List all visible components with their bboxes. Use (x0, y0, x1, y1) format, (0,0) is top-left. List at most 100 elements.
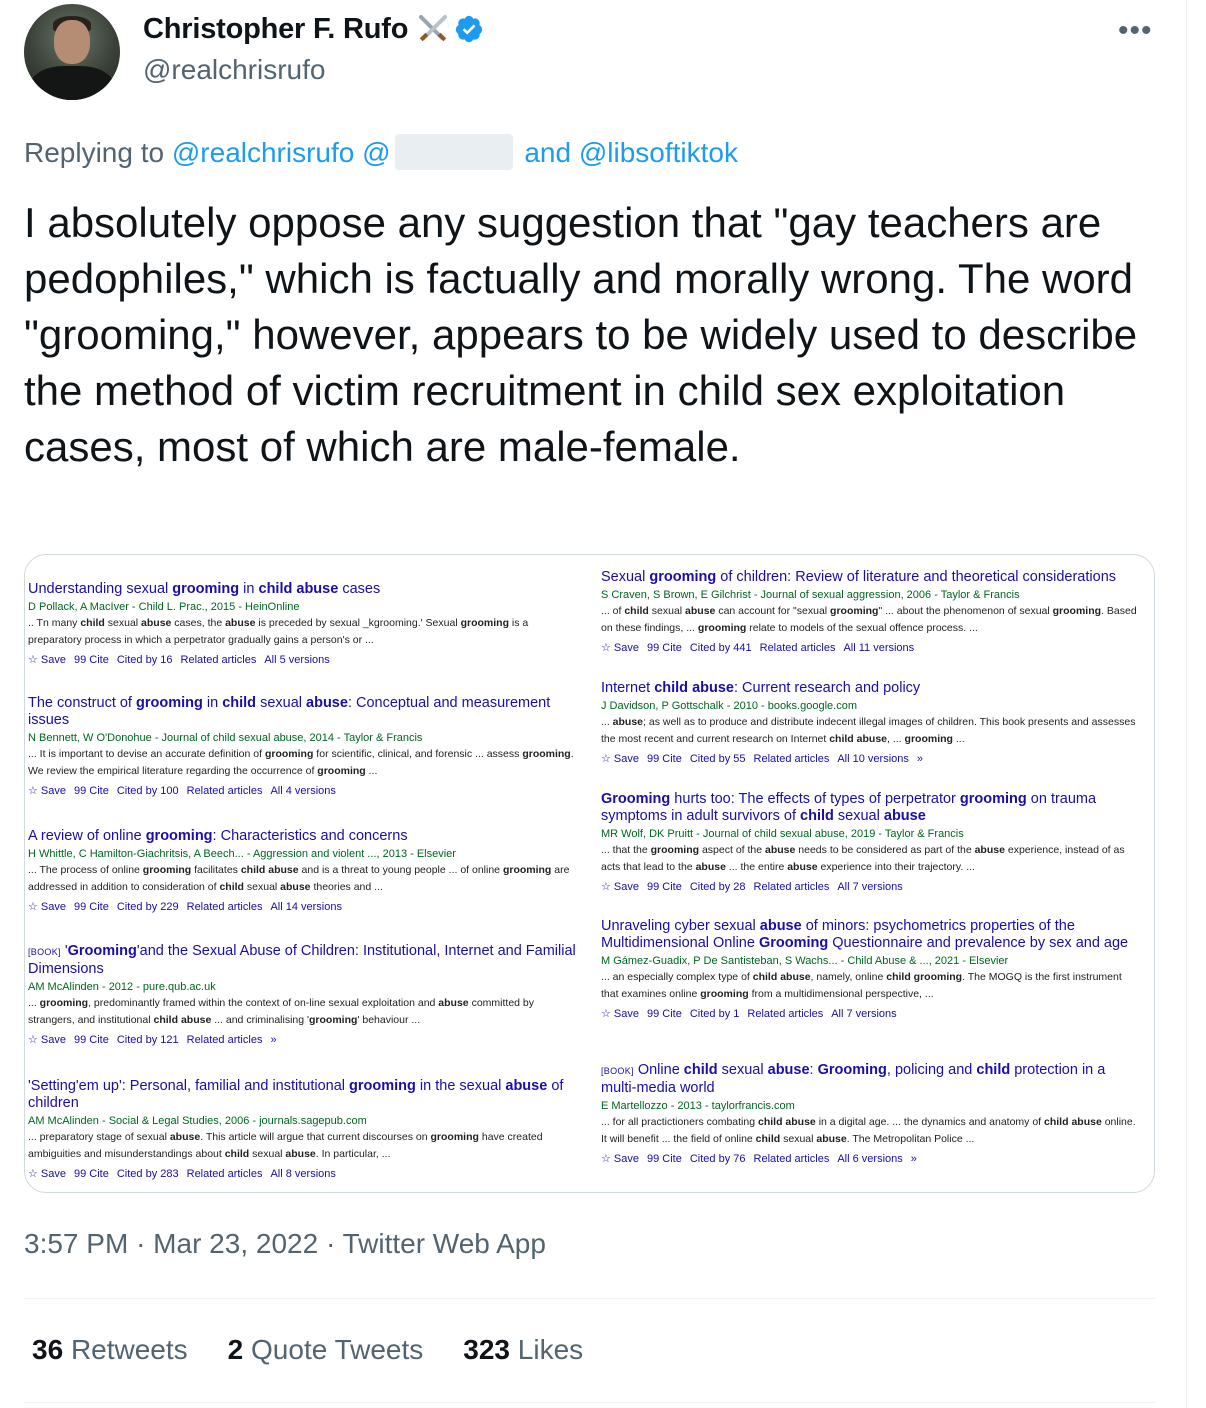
book-tag: [BOOK] (28, 947, 61, 957)
result-action-link[interactable]: Cited by 283 (117, 1168, 179, 1180)
result-action-link[interactable]: Related articles (747, 1008, 823, 1020)
result-action-link[interactable]: All 11 versions (843, 642, 914, 654)
mention-link[interactable]: @libsoftiktok (579, 137, 738, 168)
result-action-link[interactable]: 99 Cite (647, 1153, 682, 1165)
quotes-label: Quote Tweets (251, 1334, 424, 1365)
result-action-link[interactable]: Related articles (187, 1034, 263, 1046)
result-action-link[interactable]: All 10 versions (837, 753, 909, 765)
result-action-link[interactable]: 99 Cite (74, 654, 109, 666)
result-title-link[interactable]: A review of online grooming: Characteris… (28, 828, 580, 845)
result-action-link[interactable]: ☆ Save (601, 1153, 639, 1165)
result-action-link[interactable]: Related articles (754, 1153, 830, 1165)
result-action-link[interactable]: Cited by 55 (690, 753, 746, 765)
result-action-link[interactable]: ☆ Save (601, 642, 639, 654)
result-action-link[interactable]: Related articles (187, 1168, 263, 1180)
result-action-link[interactable]: Related articles (181, 654, 257, 666)
result-title-link[interactable]: Sexual grooming of children: Review of l… (601, 569, 1141, 586)
result-action-link[interactable]: Cited by 76 (690, 1153, 746, 1165)
result-title: 'Grooming'and the Sexual Abuse of Childr… (28, 943, 576, 977)
result-action-link[interactable]: 99 Cite (74, 1034, 109, 1046)
result-action-link[interactable]: Cited by 441 (690, 642, 752, 654)
scholar-result: Internet child abuse: Current research a… (601, 680, 1141, 768)
author-name[interactable]: Christopher F. Rufo (143, 13, 408, 46)
result-title-link[interactable]: Grooming hurts too: The effects of types… (601, 791, 1141, 825)
result-title-link[interactable]: Understanding sexual grooming in child a… (28, 581, 580, 598)
result-title-link[interactable]: 'Setting'em up': Personal, familial and … (28, 1078, 580, 1112)
mention-link[interactable]: @ (362, 137, 390, 168)
result-action-link[interactable]: Cited by 121 (117, 1034, 179, 1046)
result-title: Unraveling cyber sexual abuse of minors:… (601, 918, 1129, 951)
more-options-button[interactable]: ••• (1118, 14, 1153, 48)
scholar-result: A review of online grooming: Characteris… (28, 828, 580, 916)
result-action-link[interactable]: Cited by 229 (117, 901, 179, 913)
result-title: The construct of grooming in child sexua… (28, 695, 551, 728)
result-title: Online child sexual abuse: Grooming, pol… (601, 1062, 1106, 1096)
result-authors: AM McAlinden - Social & Legal Studies, 2… (28, 1115, 367, 1127)
result-title-link[interactable]: Internet child abuse: Current research a… (601, 680, 1141, 697)
result-action-link[interactable]: Related articles (754, 881, 830, 893)
result-title-link[interactable]: The construct of grooming in child sexua… (28, 695, 580, 729)
result-authors: AM McAlinden - 2012 - pure.qub.ac.uk (28, 981, 216, 993)
result-action-link[interactable]: 99 Cite (647, 1008, 682, 1020)
avatar[interactable] (24, 4, 120, 100)
result-action-link[interactable]: 99 Cite (647, 642, 682, 654)
result-action-link[interactable]: All 7 versions (831, 1008, 896, 1020)
result-action-link[interactable]: Cited by 100 (117, 785, 179, 797)
result-action-link[interactable]: » (270, 1034, 276, 1046)
result-title-link[interactable]: Unraveling cyber sexual abuse of minors:… (601, 918, 1141, 952)
result-action-link[interactable]: ☆ Save (601, 881, 639, 893)
result-action-link[interactable]: ☆ Save (28, 901, 66, 913)
scholar-result: Sexual grooming of children: Review of l… (601, 569, 1141, 657)
result-actions: ☆ Save 99 Cite Cited by 441 Related article… (601, 639, 1141, 657)
result-action-link[interactable]: Cited by 1 (690, 1008, 740, 1020)
likes-stat[interactable]: 323 Likes (463, 1334, 583, 1366)
result-action-link[interactable]: » (917, 753, 923, 765)
result-action-link[interactable]: » (911, 1153, 917, 1165)
retweets-stat[interactable]: 36 Retweets (32, 1334, 188, 1366)
result-action-link[interactable]: Related articles (187, 901, 263, 913)
result-action-link[interactable]: All 5 versions (264, 654, 329, 666)
result-action-link[interactable]: Cited by 28 (690, 881, 746, 893)
result-action-link[interactable]: All 6 versions (837, 1153, 902, 1165)
result-title: A review of online grooming: Characteris… (28, 828, 408, 844)
result-action-link[interactable]: ☆ Save (601, 1008, 639, 1020)
book-tag: [BOOK] (601, 1066, 634, 1076)
result-title-link[interactable]: [BOOK] Online child sexual abuse: Groomi… (601, 1062, 1141, 1097)
result-action-link[interactable]: Cited by 16 (117, 654, 173, 666)
result-action-link[interactable]: 99 Cite (74, 901, 109, 913)
scholar-result: Understanding sexual grooming in child a… (28, 581, 580, 669)
scholar-result: Grooming hurts too: The effects of types… (601, 791, 1141, 896)
result-action-link[interactable]: All 8 versions (270, 1168, 335, 1180)
scholar-result: Unraveling cyber sexual abuse of minors:… (601, 918, 1141, 1023)
result-actions: ☆ Save 99 Cite Cited by 283 Related article… (28, 1165, 580, 1183)
result-action-link[interactable]: Related articles (187, 785, 263, 797)
mention-link[interactable]: @realchrisrufo (172, 137, 354, 168)
result-action-link[interactable]: ☆ Save (28, 1034, 66, 1046)
verified-badge-icon (456, 15, 483, 43)
author-handle[interactable]: @realchrisrufo (143, 54, 325, 86)
result-actions: ☆ Save 99 Cite Cited by 1 Related articles A… (601, 1005, 1141, 1023)
result-action-link[interactable]: 99 Cite (647, 881, 682, 893)
tweet-date[interactable]: Mar 23, 2022 (153, 1228, 318, 1259)
result-action-link[interactable]: 99 Cite (74, 1168, 109, 1180)
result-action-link[interactable]: ☆ Save (28, 1168, 66, 1180)
result-action-link[interactable]: 99 Cite (647, 753, 682, 765)
result-action-link[interactable]: All 14 versions (270, 901, 342, 913)
result-action-link[interactable]: ☆ Save (28, 654, 66, 666)
divider (24, 1402, 1155, 1403)
tweet-source[interactable]: Twitter Web App (343, 1228, 546, 1259)
result-action-link[interactable]: 99 Cite (74, 785, 109, 797)
quote-tweets-stat[interactable]: 2 Quote Tweets (228, 1334, 424, 1366)
replying-prefix: Replying to (24, 137, 165, 168)
result-action-link[interactable]: Related articles (754, 753, 830, 765)
result-action-link[interactable]: ☆ Save (28, 785, 66, 797)
result-action-link[interactable]: ☆ Save (601, 753, 639, 765)
result-action-link[interactable]: All 4 versions (270, 785, 335, 797)
author-name-row[interactable]: Christopher F. Rufo (143, 12, 484, 46)
result-action-link[interactable]: All 7 versions (837, 881, 902, 893)
result-title-link[interactable]: [BOOK] 'Grooming'and the Sexual Abuse of… (28, 943, 580, 978)
result-action-link[interactable]: Related articles (760, 642, 836, 654)
result-authors: J Davidson, P Gottschalk - 2010 - books.… (601, 700, 857, 712)
tweet-time[interactable]: 3:57 PM (24, 1228, 128, 1259)
attached-image-scholar-results[interactable]: Understanding sexual grooming in child a… (24, 554, 1155, 1193)
